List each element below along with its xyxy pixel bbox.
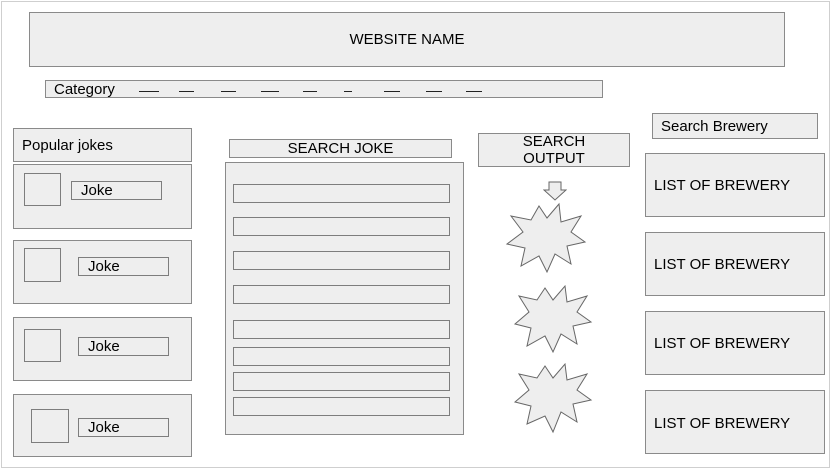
search-brewery-label: Search Brewery (661, 118, 768, 135)
brewery-list-card[interactable]: LIST OF BREWERY (645, 232, 825, 296)
starburst-icon (505, 202, 587, 274)
search-output-label: SEARCH OUTPUT (522, 133, 586, 167)
brewery-list-card[interactable]: LIST OF BREWERY (645, 390, 825, 454)
down-arrow-icon (543, 181, 567, 201)
category-dash (179, 91, 194, 92)
category-dash (344, 91, 352, 92)
search-joke-results (225, 162, 464, 435)
search-joke-input[interactable]: SEARCH JOKE (229, 139, 452, 158)
category-bar[interactable]: Category (45, 80, 603, 98)
website-name-banner: WEBSITE NAME (29, 12, 785, 67)
category-dash (139, 91, 159, 92)
result-row[interactable] (233, 320, 450, 339)
result-row[interactable] (233, 217, 450, 236)
joke-thumbnail (24, 248, 61, 282)
brewery-list-label: LIST OF BREWERY (654, 415, 791, 432)
category-dash (426, 91, 442, 92)
joke-label-box: Joke (78, 337, 169, 356)
search-output-label-box: SEARCH OUTPUT (478, 133, 630, 167)
brewery-list-card[interactable]: LIST OF BREWERY (645, 311, 825, 375)
category-dash (261, 91, 279, 92)
category-dash (384, 91, 400, 92)
joke-label-box: Joke (71, 181, 162, 200)
joke-label: Joke (88, 419, 120, 436)
category-label: Category (54, 81, 115, 98)
popular-jokes-heading: Popular jokes (13, 128, 192, 162)
joke-thumbnail (24, 329, 61, 362)
result-row[interactable] (233, 397, 450, 416)
result-row[interactable] (233, 347, 450, 366)
brewery-list-label: LIST OF BREWERY (654, 335, 791, 352)
joke-card[interactable]: Joke (13, 164, 192, 229)
category-dash (221, 91, 236, 92)
starburst-icon (513, 284, 593, 354)
brewery-list-label: LIST OF BREWERY (654, 177, 791, 194)
brewery-list-card[interactable]: LIST OF BREWERY (645, 153, 825, 217)
result-row[interactable] (233, 184, 450, 203)
starburst-icon (513, 362, 593, 434)
result-row[interactable] (233, 251, 450, 270)
joke-label: Joke (88, 258, 120, 275)
joke-label-box: Joke (78, 257, 169, 276)
category-dash (466, 91, 482, 92)
search-joke-label: SEARCH JOKE (287, 140, 394, 157)
joke-card[interactable]: Joke (13, 394, 192, 457)
joke-thumbnail (31, 409, 69, 443)
result-row[interactable] (233, 372, 450, 391)
joke-label-box: Joke (78, 418, 169, 437)
joke-card[interactable]: Joke (13, 317, 192, 381)
joke-label: Joke (81, 182, 113, 199)
website-name: WEBSITE NAME (349, 31, 465, 48)
joke-thumbnail (24, 173, 61, 206)
search-brewery-input[interactable]: Search Brewery (652, 113, 818, 139)
result-row[interactable] (233, 285, 450, 304)
brewery-list-label: LIST OF BREWERY (654, 256, 791, 273)
popular-jokes-title: Popular jokes (22, 137, 113, 154)
joke-card[interactable]: Joke (13, 240, 192, 304)
joke-label: Joke (88, 338, 120, 355)
category-dash (303, 91, 317, 92)
